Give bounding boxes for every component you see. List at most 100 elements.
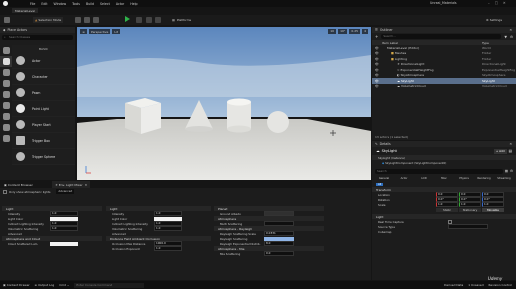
visibility-icon[interactable]: 👁 <box>375 73 385 77</box>
col1-cloud-color-swatch[interactable] <box>50 241 78 246</box>
rotation-x[interactable]: 0.0° <box>436 197 458 202</box>
category-geometry[interactable] <box>0 111 12 122</box>
location-x[interactable]: 0.0 <box>436 192 458 197</box>
quick-add-icon[interactable] <box>75 17 81 23</box>
tab-content-browser[interactable]: ▣ Content Browser <box>1 181 36 188</box>
stop-icon[interactable] <box>155 17 161 23</box>
col2-intensity-field[interactable]: 1.0 <box>154 211 182 216</box>
category-recent[interactable] <box>0 45 12 56</box>
col3-rayleigh-exp-field[interactable]: 8.0 <box>264 241 294 246</box>
scale-y[interactable]: 1.0 <box>459 202 481 207</box>
mixer-mode-dropdown[interactable]: Advanced <box>56 189 75 194</box>
col2-indirect-field[interactable]: 1.0 <box>154 221 182 226</box>
place-item-point-light[interactable]: Point Light <box>12 101 75 117</box>
col2-occl-dist-field[interactable]: 1000.0 <box>154 241 182 246</box>
rotation-snap-value[interactable]: 10° <box>338 29 348 34</box>
console-input[interactable]: Enter Console Command <box>74 282 145 288</box>
tab-close-icon[interactable]: ✕ <box>85 183 88 187</box>
minimize-icon[interactable]: – <box>488 1 490 5</box>
actor-name[interactable]: SkyLight <box>382 149 397 153</box>
save-icon[interactable] <box>4 17 10 23</box>
col3-rayleigh-scale-field[interactable]: 0.0331 <box>264 231 294 236</box>
location-y[interactable]: 0.0 <box>459 192 481 197</box>
place-item-trigger-box[interactable]: Trigger Box <box>12 133 75 149</box>
visibility-icon[interactable]: 👁 <box>375 68 385 72</box>
outliner-search[interactable]: Search... <box>381 34 502 39</box>
menu-file[interactable]: File <box>30 2 35 6</box>
cinematics-icon[interactable] <box>93 17 99 23</box>
outliner-close-icon[interactable]: ✕ <box>509 28 512 32</box>
grid-snap-value[interactable]: 10 <box>328 29 337 34</box>
filter-physics[interactable]: Physics <box>454 177 474 180</box>
category-shapes[interactable] <box>0 78 12 89</box>
details-close-icon[interactable]: ✕ <box>509 142 512 146</box>
filter-actor[interactable]: Actor <box>394 177 414 180</box>
mode-selector[interactable]: ▲ Selection Mode <box>33 17 64 23</box>
scale-x[interactable]: 1.0 <box>436 202 458 207</box>
unsaved-button[interactable]: 1 Unsaved <box>468 283 483 287</box>
mobility-stationary[interactable]: Stationary <box>459 207 481 212</box>
place-item-character[interactable]: Character <box>12 69 75 85</box>
place-item-actor[interactable]: Actor <box>12 53 75 69</box>
pause-icon[interactable] <box>146 17 152 23</box>
cmd-button[interactable]: Cmd ⌄ <box>59 283 69 287</box>
filter-lod[interactable]: LOD <box>414 177 434 180</box>
add-component-button[interactable]: + Add <box>493 148 507 154</box>
level-tab[interactable]: MaterialLevel <box>12 8 39 13</box>
menu-window[interactable]: Window <box>54 2 67 6</box>
col2-occl-exp-field[interactable]: 1.0 <box>154 246 182 251</box>
filter-general[interactable]: General <box>374 177 394 180</box>
add-icon[interactable]: + <box>375 34 378 39</box>
revision-control-button[interactable]: Revision Control <box>489 283 512 287</box>
col1-indirect-field[interactable]: 1.0 <box>50 221 78 226</box>
category-lights[interactable] <box>0 67 12 78</box>
filter-all[interactable]: All <box>376 182 384 186</box>
details-search[interactable]: Search <box>375 168 503 174</box>
derived-data-button[interactable]: Derived Data <box>444 283 463 287</box>
col2-light-color-swatch[interactable] <box>154 216 182 221</box>
rotation-z[interactable]: 0.0° <box>482 197 504 202</box>
viewport-menu-button[interactable]: ≡ <box>80 29 87 34</box>
filter-misc[interactable]: Misc <box>434 177 454 180</box>
filter-icon[interactable]: ▼ <box>504 35 507 39</box>
only-atmospheric-checkbox[interactable] <box>3 189 7 194</box>
maximize-icon[interactable]: □ <box>495 1 498 5</box>
visibility-icon[interactable]: 👁 <box>375 57 385 61</box>
location-z[interactable]: 0.0 <box>482 192 504 197</box>
menu-actor[interactable]: Actor <box>116 2 124 6</box>
menu-build[interactable]: Build <box>86 2 94 6</box>
gear-icon[interactable]: ⚙ <box>510 169 513 173</box>
visibility-icon[interactable]: 👁 <box>375 46 385 50</box>
blueprint-icon[interactable] <box>84 17 90 23</box>
col-item-label[interactable]: Item Label <box>382 41 398 45</box>
category-cinematic[interactable] <box>0 89 12 100</box>
outliner-row-volumetric-cloud[interactable]: 👁 ☁ VolumetricCloud VolumetricCloud <box>372 84 516 90</box>
col2-volumetric-field[interactable]: 1.0 <box>154 226 182 231</box>
source-type-dropdown[interactable] <box>448 224 488 229</box>
menu-tools[interactable]: Tools <box>72 2 80 6</box>
visibility-icon[interactable]: 👁 <box>375 84 385 88</box>
col3-multi-field[interactable] <box>264 221 294 226</box>
place-item-pawn[interactable]: Pawn <box>12 85 75 101</box>
visibility-icon[interactable]: 👁 <box>375 79 385 83</box>
filter-rendering[interactable]: Rendering <box>474 177 494 180</box>
col-type[interactable]: Type <box>482 41 489 45</box>
play-options-icon[interactable] <box>136 17 142 23</box>
output-log-button[interactable]: ≡ Output Log <box>35 283 55 287</box>
category-volumes[interactable] <box>0 122 12 133</box>
col1-intensity-field[interactable]: 1.0 <box>50 211 78 216</box>
category-visual[interactable] <box>0 100 12 111</box>
camera-speed-value[interactable]: 4 <box>362 29 368 34</box>
perspective-button[interactable]: Perspective <box>89 29 111 34</box>
place-actors-search[interactable]: ⌕ Search Classes <box>2 35 73 40</box>
component-child[interactable]: ◆ SkyLightComponent (SkyLightComponent0) <box>372 160 516 165</box>
col1-volumetric-field[interactable]: 1.0 <box>50 226 78 231</box>
level-viewport[interactable]: ≡ Perspective Lit 10 10° 0.25 4 <box>77 27 371 180</box>
visibility-icon[interactable]: 👁 <box>375 51 385 55</box>
lit-mode-button[interactable]: Lit <box>112 29 121 34</box>
col1-light-color-swatch[interactable] <box>50 216 78 221</box>
col3-rayleigh-color-swatch[interactable] <box>264 236 294 241</box>
real-time-capture-checkbox[interactable] <box>448 219 452 224</box>
col3-ground-albedo-swatch[interactable] <box>264 211 294 216</box>
lock-icon[interactable]: ▤ <box>509 149 512 153</box>
